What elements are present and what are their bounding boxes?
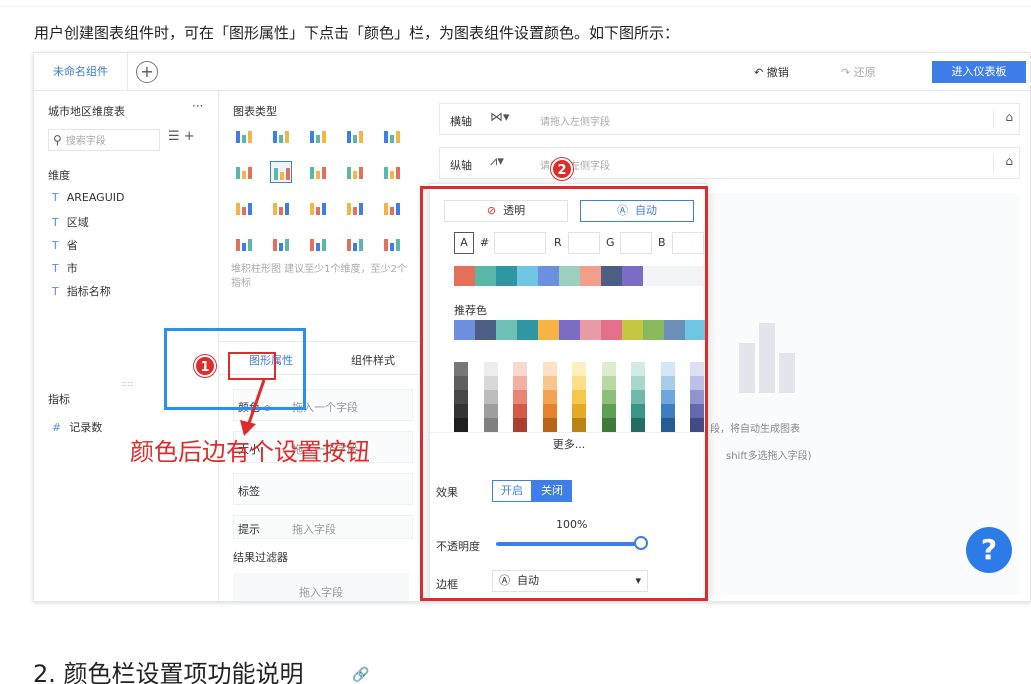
table-title: 城市地区维度表	[48, 105, 125, 118]
x-axis-placeholder: 请拖入左侧字段	[540, 117, 610, 128]
chart-type-icon[interactable]	[344, 161, 366, 183]
more-icon[interactable]: ···	[192, 99, 203, 113]
label-attribute-row[interactable]: 标签	[233, 473, 413, 505]
chart-type-icon[interactable]	[270, 233, 292, 255]
chart-type-icon[interactable]	[381, 125, 403, 147]
field-label: 市	[66, 262, 78, 275]
chart-type-icon[interactable]	[344, 233, 366, 255]
chart-type-description: 堆积柱形图 建议至少1个维度，至少2个指标	[231, 264, 407, 289]
lock-icon[interactable]: ⌂	[993, 154, 1013, 172]
chart-type-icon[interactable]	[307, 161, 329, 183]
search-input[interactable]: ⚲ 搜索字段	[48, 129, 160, 151]
y-axis-row[interactable]: 纵轴 ⩘▾ 请拖入左侧字段 ⌂	[439, 147, 1020, 179]
tab-unnamed-component[interactable]: 未命名组件	[34, 53, 128, 91]
help-button[interactable]: ?	[966, 527, 1012, 573]
undo-icon: ↶	[754, 66, 767, 79]
chart-type-icon[interactable]	[270, 161, 292, 183]
chart-type-icon[interactable]	[270, 125, 292, 147]
number-type-icon: #	[52, 421, 62, 434]
chart-type-icon[interactable]	[233, 233, 255, 255]
tip-attribute-row[interactable]: 提示 拖入字段	[233, 515, 413, 539]
text-type-icon: T	[52, 262, 59, 275]
tip-drop-hint: 拖入字段	[292, 523, 336, 536]
x-axis-type-icon[interactable]: ⋈▾	[490, 110, 510, 125]
text-type-icon: T	[52, 191, 59, 204]
chart-type-icon[interactable]	[233, 197, 255, 219]
chart-type-icon[interactable]	[344, 125, 366, 147]
field-label: 指标名称	[66, 285, 111, 298]
field-label: 省	[66, 239, 78, 252]
text-type-icon: T	[52, 216, 59, 229]
chart-type-icon[interactable]	[307, 197, 329, 219]
sort-icon[interactable]: ☰	[168, 129, 180, 144]
chart-type-icon[interactable]	[381, 197, 403, 219]
dimension-title: 维度	[48, 169, 70, 182]
section-heading: 2. 颜色栏设置项功能说明	[33, 660, 304, 684]
step-badge-1: 1	[194, 355, 216, 377]
chart-type-icon[interactable]	[233, 125, 255, 147]
popover-highlight-box	[420, 186, 708, 601]
x-axis-label: 横轴	[450, 115, 472, 128]
top-bar: 未命名组件 + ↶ 撤销 ↷ 还原 进入仪表板	[34, 53, 1030, 91]
dimension-field[interactable]: T市	[52, 260, 78, 276]
filter-drop-zone[interactable]: 拖入字段	[233, 573, 409, 601]
chart-type-icon[interactable]	[270, 197, 292, 219]
field-label: AREAGUID	[66, 191, 125, 204]
annotation-note: 颜色后边有个设置按钮	[130, 438, 370, 466]
enter-dashboard-button[interactable]: 进入仪表板	[932, 61, 1026, 83]
search-placeholder: 搜索字段	[65, 136, 106, 147]
search-icon: ⚲	[53, 133, 62, 147]
redo-button[interactable]: ↷ 还原	[841, 64, 876, 80]
chart-type-icon[interactable]	[233, 161, 255, 183]
dimension-field[interactable]: T省	[52, 237, 78, 253]
redo-label: 还原	[853, 66, 876, 79]
panel-resize-handle[interactable]: ::::	[122, 379, 133, 388]
lock-icon[interactable]: ⌂	[993, 110, 1013, 128]
empty-chart-icon	[739, 323, 795, 393]
color-label-highlight-box	[228, 352, 276, 380]
step-badge-2: 2	[551, 158, 573, 180]
x-axis-row[interactable]: 横轴 ⋈▾ 请拖入左侧字段 ⌂	[439, 103, 1020, 135]
chart-type-icon[interactable]	[381, 233, 403, 255]
add-tab-button[interactable]: +	[136, 61, 158, 83]
tab-component-style[interactable]: 组件样式	[351, 352, 395, 368]
chart-type-icon[interactable]	[307, 125, 329, 147]
chart-type-icon[interactable]	[344, 197, 366, 219]
undo-label: 撤销	[766, 66, 789, 79]
annotation-arrow	[240, 379, 266, 436]
tip-label: 提示	[238, 523, 260, 536]
metric-title: 指标	[48, 393, 70, 406]
dimension-field[interactable]: T 区域	[52, 214, 89, 230]
page-top-divider	[0, 6, 1031, 7]
text-type-icon: T	[52, 285, 59, 298]
y-axis-label: 纵轴	[450, 159, 472, 172]
undo-button[interactable]: ↶ 撤销	[754, 64, 789, 80]
field-label: 区域	[66, 216, 89, 229]
canvas-hint: 段，将自动生成图表	[710, 424, 800, 435]
canvas-hint-secondary: shift多选拖入字段)	[726, 451, 812, 462]
intro-text: 用户创建图表组件时，可在「图形属性」下点击「颜色」栏，为图表组件设置颜色。如下图…	[34, 24, 680, 42]
chart-type-title: 图表类型	[233, 105, 277, 118]
dimension-field[interactable]: T 指标名称	[52, 283, 111, 299]
redo-icon: ↷	[841, 66, 854, 79]
label-label: 标签	[238, 485, 260, 498]
dimension-field[interactable]: T AREAGUID	[52, 191, 124, 204]
field-label: 记录数	[69, 421, 103, 434]
link-icon[interactable]: 🔗	[352, 667, 369, 683]
add-field-icon[interactable]: +	[184, 129, 195, 144]
field-tools: ☰ +	[168, 129, 195, 144]
text-type-icon: T	[52, 239, 59, 252]
chart-type-icon[interactable]	[307, 233, 329, 255]
y-axis-type-icon[interactable]: ⩘▾	[490, 154, 504, 169]
metric-field[interactable]: # 记录数	[52, 419, 102, 435]
filter-title: 结果过滤器	[233, 551, 288, 564]
chart-type-icon[interactable]	[381, 161, 403, 183]
